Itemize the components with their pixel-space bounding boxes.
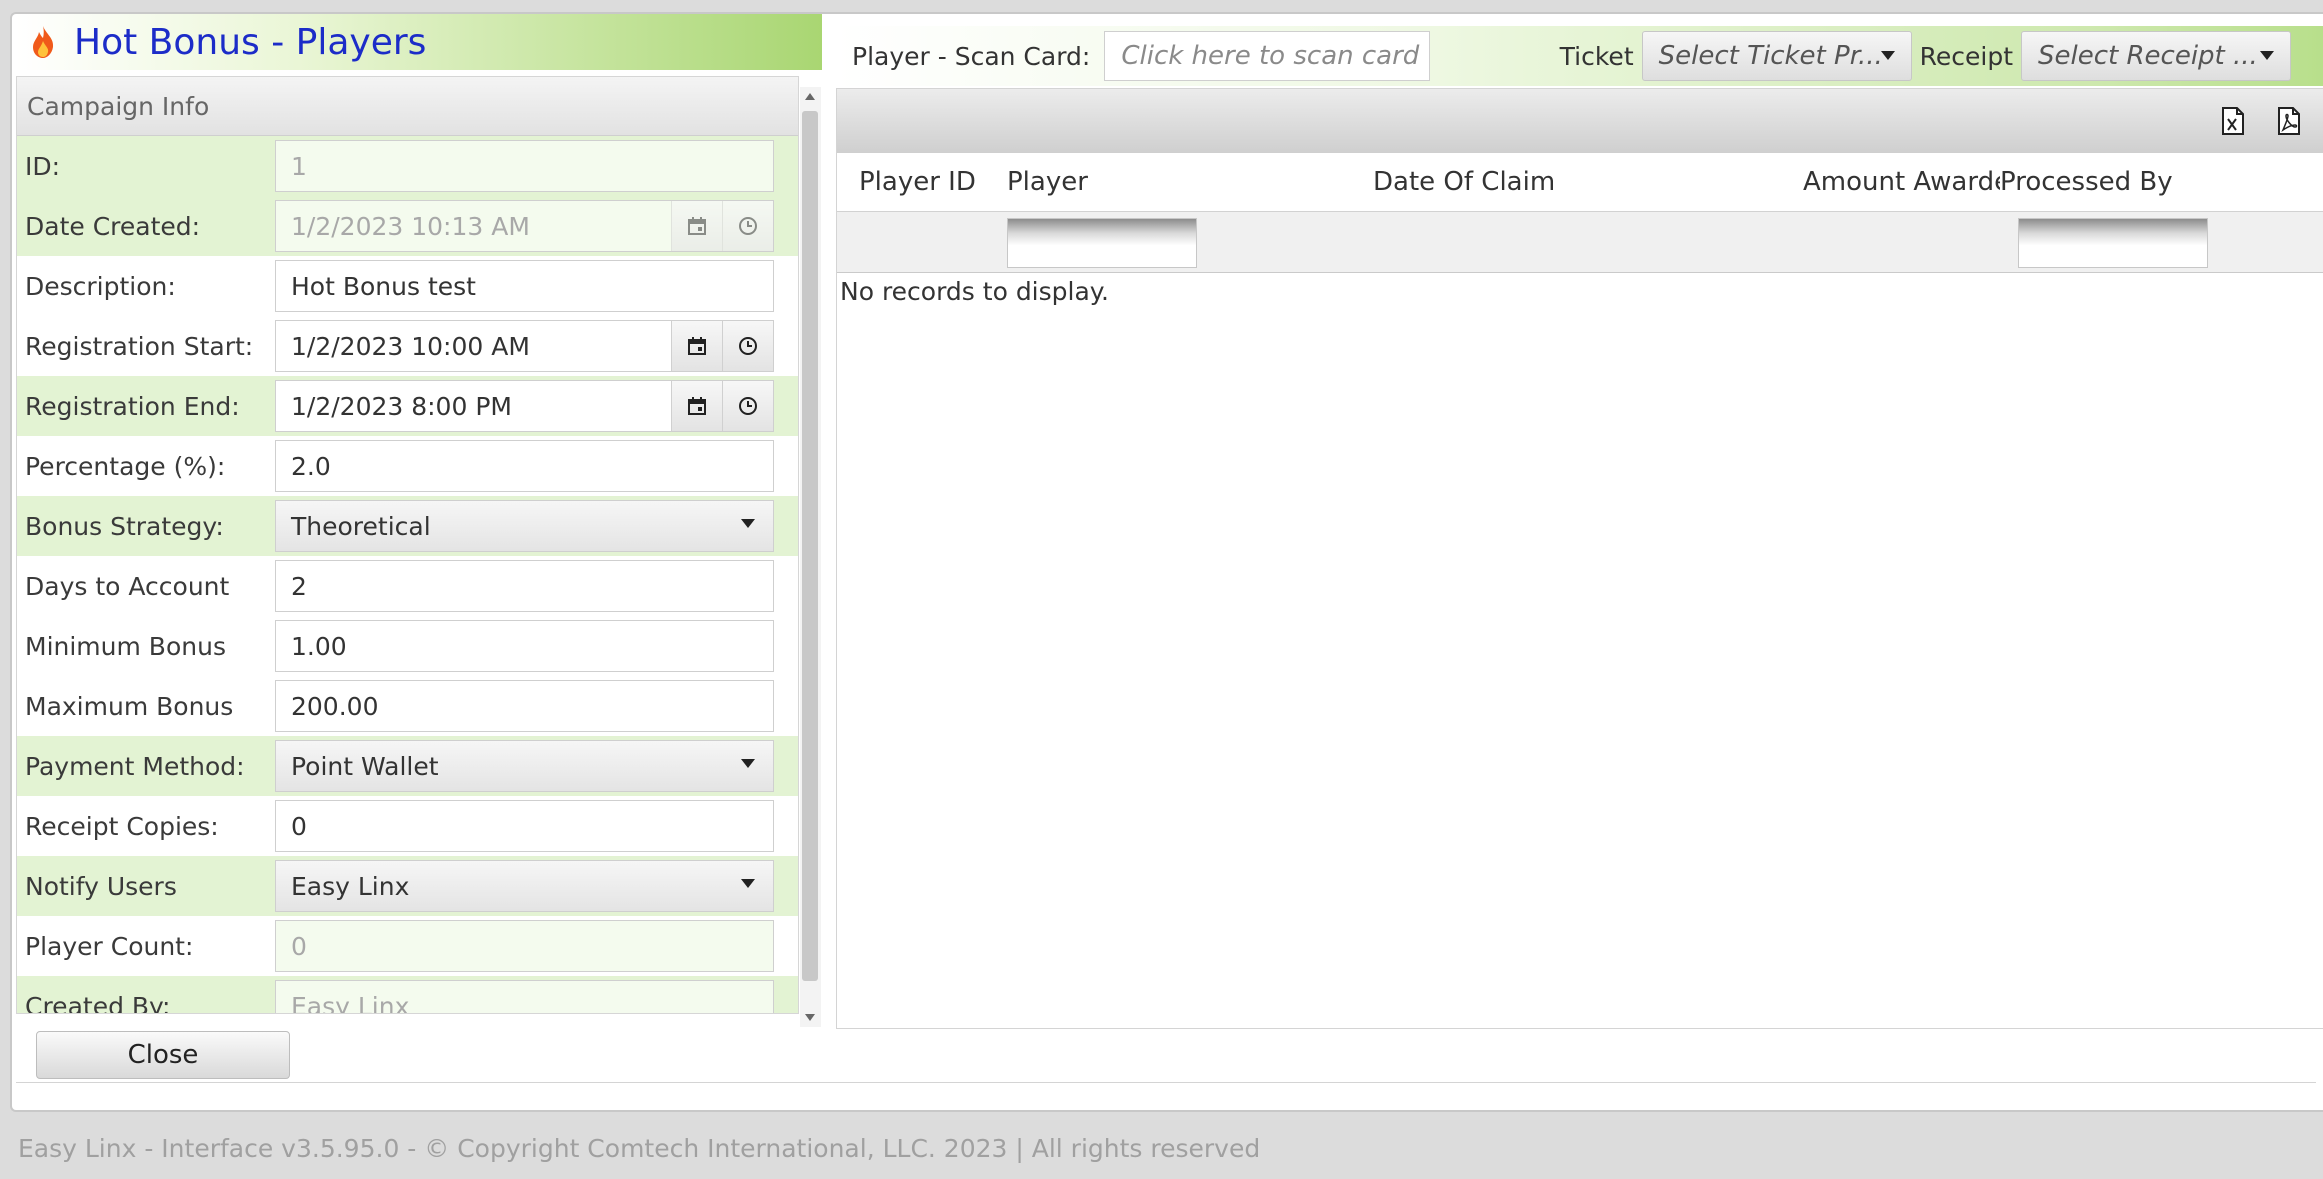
scroll-up-icon[interactable] (805, 93, 815, 100)
processed-by-filter-input[interactable] (2018, 218, 2208, 268)
chevron-down-icon (741, 879, 755, 888)
close-button[interactable]: Close (36, 1031, 290, 1079)
chevron-down-icon (741, 759, 755, 768)
campaign-info-panel: Campaign Info ID: 1 Date Created: 1/2/20… (16, 76, 799, 1014)
column-player[interactable]: Player (1007, 167, 1373, 197)
section-header: Campaign Info (17, 77, 798, 136)
payment-method-select[interactable]: Point Wallet (275, 740, 774, 792)
field-row-id: ID: 1 (17, 136, 798, 196)
field-row-minimum-bonus: Minimum Bonus 1.00 (17, 616, 798, 676)
registration-end-input[interactable]: 1/2/2023 8:00 PM (275, 380, 774, 432)
receipt-label: Receipt (1919, 41, 2013, 71)
days-to-account-input[interactable]: 2 (275, 560, 774, 612)
calendar-icon (671, 201, 722, 251)
ticket-label: Ticket (1559, 41, 1634, 71)
ticket-printer-select[interactable]: Select Ticket Pr... (1641, 31, 1912, 81)
bonus-strategy-select[interactable]: Theoretical (275, 500, 774, 552)
flame-icon (33, 26, 54, 58)
column-processed-by[interactable]: Processed By (2000, 167, 2220, 197)
left-panel-scrollbar[interactable] (800, 87, 821, 1027)
field-row-maximum-bonus: Maximum Bonus 200.00 (17, 676, 798, 736)
field-row-percentage: Percentage (%): 2.0 (17, 436, 798, 496)
player-filter-input[interactable] (1007, 218, 1197, 268)
receipt-select-value: Select Receipt ... (2038, 41, 2258, 71)
divider (16, 1082, 2316, 1083)
footer-copyright: Easy Linx - Interface v3.5.95.0 - © Copy… (18, 1134, 1261, 1163)
registration-end-value: 1/2/2023 8:00 PM (291, 391, 512, 421)
left-panel-header: Hot Bonus - Players (16, 14, 822, 70)
field-label: Minimum Bonus (25, 631, 226, 661)
bonus-strategy-value: Theoretical (291, 511, 431, 541)
field-label: Receipt Copies: (25, 811, 219, 841)
grid-toolbar (837, 89, 2323, 153)
date-created-field: 1/2/2023 10:13 AM (275, 200, 774, 252)
clock-icon[interactable] (722, 381, 773, 431)
registration-start-value: 1/2/2023 10:00 AM (291, 331, 530, 361)
field-row-receipt-copies: Receipt Copies: 0 (17, 796, 798, 856)
registration-start-input[interactable]: 1/2/2023 10:00 AM (275, 320, 774, 372)
field-row-date-created: Date Created: 1/2/2023 10:13 AM (17, 196, 798, 256)
description-input[interactable]: Hot Bonus test (275, 260, 774, 312)
chevron-down-icon (741, 519, 755, 528)
notify-users-select[interactable]: Easy Linx (275, 860, 774, 912)
field-label: Days to Account (25, 571, 230, 601)
scroll-down-icon[interactable] (805, 1014, 815, 1021)
field-row-registration-start: Registration Start: 1/2/2023 10:00 AM (17, 316, 798, 376)
date-created-value: 1/2/2023 10:13 AM (291, 211, 530, 241)
field-label: ID: (25, 151, 61, 181)
column-amount-awarded[interactable]: Amount Awarded (1803, 167, 2000, 197)
clock-icon (722, 201, 773, 251)
field-row-player-count: Player Count: 0 (17, 916, 798, 976)
field-row-description: Description: Hot Bonus test (17, 256, 798, 316)
field-label: Notify Users (25, 871, 177, 901)
payment-method-value: Point Wallet (291, 751, 439, 781)
field-label: Created By: (25, 991, 171, 1014)
field-row-created-by: Created By: Easy Linx (17, 976, 798, 1014)
field-row-notify-users: Notify Users Easy Linx (17, 856, 798, 916)
column-date-of-claim[interactable]: Date Of Claim (1373, 167, 1803, 197)
field-row-bonus-strategy: Bonus Strategy: Theoretical (17, 496, 798, 556)
chevron-down-icon (1880, 51, 1895, 60)
minimum-bonus-input[interactable]: 1.00 (275, 620, 774, 672)
chevron-down-icon (2260, 51, 2274, 60)
field-label: Percentage (%): (25, 451, 226, 481)
created-by-field: Easy Linx (275, 980, 774, 1013)
field-row-days-to-account: Days to Account 2 (17, 556, 798, 616)
calendar-icon[interactable] (671, 321, 722, 371)
percentage-input[interactable]: 2.0 (275, 440, 774, 492)
player-count-field: 0 (275, 920, 774, 972)
receipt-copies-input[interactable]: 0 (275, 800, 774, 852)
field-label: Payment Method: (25, 751, 245, 781)
field-label: Bonus Strategy: (25, 511, 224, 541)
pdf-export-icon[interactable] (2277, 107, 2301, 135)
scan-card-label: Player - Scan Card: (852, 41, 1091, 71)
field-label: Date Created: (25, 211, 201, 241)
notify-users-value: Easy Linx (291, 871, 410, 901)
field-label: Maximum Bonus (25, 691, 234, 721)
clock-icon[interactable] (722, 321, 773, 371)
scan-card-input[interactable]: Click here to scan card (1104, 31, 1431, 81)
excel-export-icon[interactable] (2221, 107, 2245, 135)
id-field: 1 (275, 140, 774, 192)
empty-message: No records to display. (840, 277, 1109, 306)
right-panel-header: Player - Scan Card: Click here to scan c… (836, 26, 2323, 86)
field-label: Player Count: (25, 931, 194, 961)
calendar-icon[interactable] (671, 381, 722, 431)
grid-filter-row (837, 212, 2323, 273)
field-label: Registration Start: (25, 331, 254, 361)
field-row-registration-end: Registration End: 1/2/2023 8:00 PM (17, 376, 798, 436)
maximum-bonus-input[interactable]: 200.00 (275, 680, 774, 732)
field-row-payment-method: Payment Method: Point Wallet (17, 736, 798, 796)
page-title: Hot Bonus - Players (74, 21, 427, 63)
grid-header-row: Player ID Player Date Of Claim Amount Aw… (837, 153, 2323, 212)
ticket-select-value: Select Ticket Pr... (1658, 41, 1883, 71)
column-player-id[interactable]: Player ID (837, 167, 1007, 197)
players-grid: Player ID Player Date Of Claim Amount Aw… (836, 88, 2323, 1029)
scrollbar-thumb[interactable] (802, 111, 818, 981)
field-label: Registration End: (25, 391, 240, 421)
field-label: Description: (25, 271, 176, 301)
receipt-printer-select[interactable]: Select Receipt ... (2021, 31, 2291, 81)
